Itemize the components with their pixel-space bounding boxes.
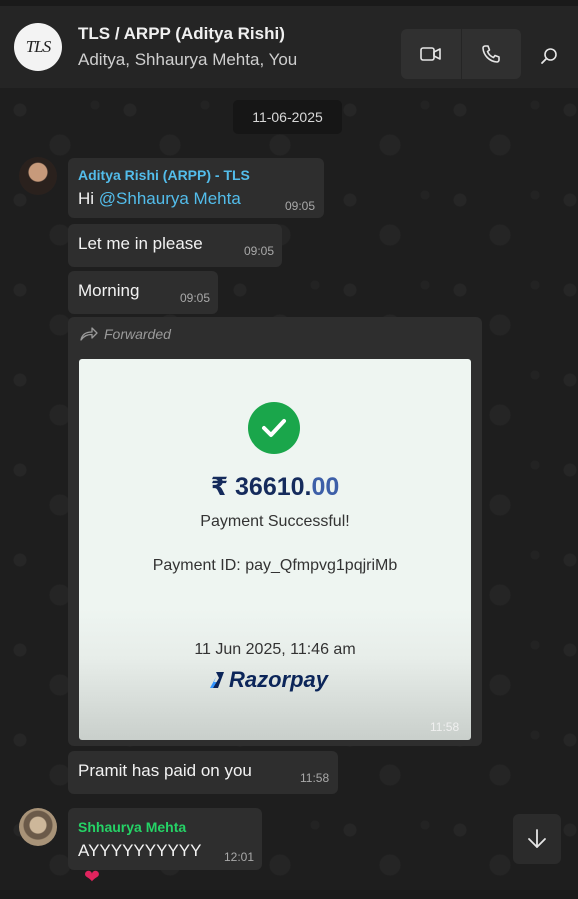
checkmark-icon	[262, 419, 286, 437]
razorpay-mark-icon	[210, 672, 224, 688]
message-text: Morning	[78, 281, 140, 300]
message-bubble[interactable]: Morning 09:05	[68, 271, 218, 314]
heart-reaction[interactable]: ❤	[84, 866, 100, 889]
forward-arrow-icon	[80, 327, 98, 341]
message-time: 09:05	[180, 291, 211, 305]
group-members: Aditya, Shhaurya Mehta, You	[78, 50, 298, 69]
chat-header: TLS TLS / ARPP (Aditya Rishi) Aditya, Sh…	[0, 0, 578, 88]
message-bubble[interactable]: Shhaurya Mehta AYYYYYYYYYY 12:01	[68, 808, 262, 870]
bottom-edge	[0, 890, 578, 899]
razorpay-logo: Razorpay	[207, 667, 328, 693]
group-avatar[interactable]: TLS	[14, 23, 62, 71]
mention-link[interactable]: @Shhaurya Mehta	[99, 189, 241, 208]
message-prefix: Hi	[78, 189, 99, 208]
video-call-button[interactable]	[401, 29, 461, 79]
success-check	[248, 402, 300, 454]
sender-name[interactable]: Shhaurya Mehta	[78, 819, 186, 835]
forwarded-label: Forwarded	[80, 326, 171, 342]
call-controls	[401, 29, 521, 79]
payment-datetime: 11 Jun 2025, 11:46 am	[194, 641, 356, 658]
amount-decimal: 00	[311, 473, 340, 501]
message-time: 11:58	[430, 720, 460, 734]
message-text: Let me in please	[78, 234, 203, 253]
date-separator: 11-06-2025	[233, 100, 342, 134]
search-icon	[541, 48, 557, 64]
forwarded-text: Forwarded	[104, 326, 171, 342]
message-time: 09:05	[244, 244, 275, 258]
group-title: TLS / ARPP (Aditya Rishi)	[78, 24, 285, 43]
message-text: Pramit has paid on you	[78, 761, 252, 780]
amount-main: ₹ 36610.	[210, 473, 312, 501]
message-text: AYYYYYYYYYY	[78, 841, 202, 860]
message-bubble[interactable]: Pramit has paid on you 11:58	[68, 751, 338, 794]
arrow-down-icon	[528, 829, 546, 848]
message-time: 12:01	[224, 850, 255, 864]
avatar[interactable]	[19, 808, 57, 846]
message-bubble[interactable]: Let me in please 09:05	[68, 224, 282, 267]
chat-header-info[interactable]: TLS / ARPP (Aditya Rishi) Aditya, Shhaur…	[78, 24, 297, 70]
message-bubble[interactable]: Aditya Rishi (ARPP) - TLS Hi @Shhaurya M…	[68, 158, 324, 218]
razorpay-wordmark: Razorpay	[229, 667, 329, 692]
voice-call-button[interactable]	[461, 29, 521, 79]
avatar[interactable]	[19, 157, 57, 195]
sender-name[interactable]: Aditya Rishi (ARPP) - TLS	[78, 167, 250, 183]
payment-receipt-image[interactable]: ₹ 36610.00 Payment Successful! Payment I…	[79, 359, 471, 740]
phone-icon	[482, 45, 501, 63]
scroll-to-bottom-button[interactable]	[513, 814, 561, 864]
message-time: 11:58	[300, 771, 330, 785]
message-text: Hi @Shhaurya Mehta	[78, 189, 241, 209]
payment-amount: ₹ 36610.00	[79, 472, 471, 502]
search-button[interactable]	[535, 42, 563, 70]
payment-id: Payment ID: pay_Qfmpvg1pqjriMb	[152, 557, 398, 574]
video-camera-icon	[419, 47, 441, 61]
message-time: 09:05	[285, 199, 316, 213]
payment-status: Payment Successful!	[200, 513, 350, 530]
